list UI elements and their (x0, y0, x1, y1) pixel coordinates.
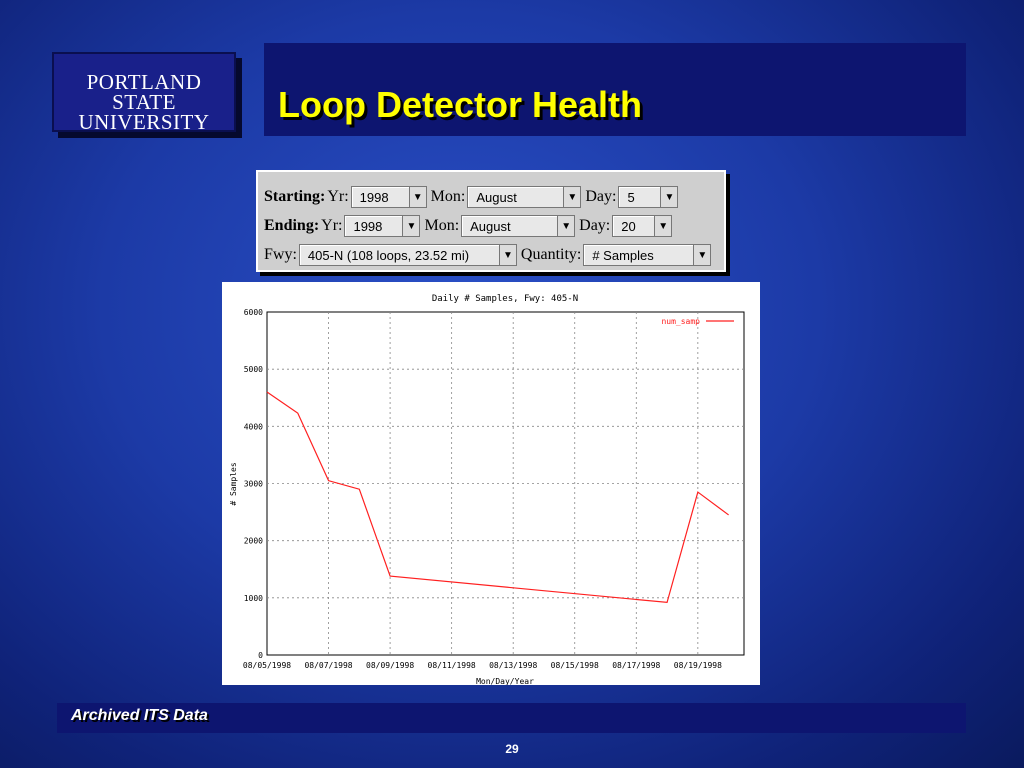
samples-chart: Daily # Samples, Fwy: 405-N Mon/Day/Year… (222, 282, 760, 685)
title-bar: Loop Detector Health (264, 43, 966, 136)
ending-month-value: August (470, 218, 511, 234)
quantity-value: # Samples (592, 247, 654, 263)
x-tick-label: 08/09/1998 (366, 661, 414, 670)
chevron-down-icon: ▼ (498, 245, 516, 265)
ending-year-select[interactable]: 1998 ▼ (344, 215, 421, 237)
x-tick-label: 08/07/1998 (304, 661, 352, 670)
query-form-screenshot: Starting: Yr: 1998 ▼ Mon: August ▼ Day: … (256, 170, 726, 272)
university-logo: PORTLAND STATE UNIVERSITY (52, 52, 236, 134)
legend-label: num_samp (661, 317, 700, 326)
chevron-down-icon: ▼ (563, 187, 581, 207)
fwy-label: Fwy: (264, 246, 297, 263)
starting-day-value: 5 (627, 189, 635, 205)
ending-month-select[interactable]: August ▼ (461, 215, 576, 237)
chart-svg: Daily # Samples, Fwy: 405-N Mon/Day/Year… (229, 294, 745, 685)
chart-title: Daily # Samples, Fwy: 405-N (432, 294, 578, 304)
slide-title: Loop Detector Health (278, 84, 643, 125)
x-tick-label: 08/11/1998 (428, 661, 476, 670)
starting-row: Starting: Yr: 1998 ▼ Mon: August ▼ Day: … (264, 184, 682, 210)
quantity-label: Quantity: (520, 246, 582, 263)
chevron-down-icon: ▼ (402, 216, 420, 236)
freeway-select[interactable]: 405-N (108 loops, 23.52 mi) ▼ (298, 244, 517, 266)
series-line-num_samp (266, 391, 729, 604)
ending-day-value: 20 (621, 218, 636, 234)
chevron-down-icon: ▼ (408, 187, 426, 207)
y-tick-label: 0 (258, 651, 263, 660)
starting-label: Starting: (264, 188, 326, 205)
y-tick-label: 5000 (244, 365, 263, 374)
ending-row: Ending: Yr: 1998 ▼ Mon: August ▼ Day: 20… (264, 213, 676, 239)
logo-line-2: UNIVERSITY (78, 110, 210, 134)
footer-text: Archived ITS Data (71, 707, 208, 724)
chevron-down-icon: ▼ (557, 216, 575, 236)
ending-year-value: 1998 (353, 218, 383, 234)
x-tick-label: 08/17/1998 (612, 661, 660, 670)
ending-day-select[interactable]: 20 ▼ (612, 215, 673, 237)
starting-day-select[interactable]: 5 ▼ (618, 186, 679, 208)
quantity-select[interactable]: # Samples ▼ (583, 244, 712, 266)
logo-line-1: PORTLAND STATE (86, 70, 202, 114)
chevron-down-icon: ▼ (693, 245, 711, 265)
y-tick-label: 1000 (244, 594, 263, 603)
chevron-down-icon: ▼ (660, 187, 678, 207)
ending-label: Ending: (264, 217, 320, 234)
x-tick-label: 08/19/1998 (674, 661, 722, 670)
ending-mon-label: Mon: (424, 217, 460, 234)
footer-bar: Archived ITS Data (57, 703, 966, 733)
x-tick-label: 08/15/1998 (551, 661, 599, 670)
starting-year-value: 1998 (359, 189, 389, 205)
ending-day-label: Day: (579, 217, 611, 234)
chart-y-axis-label: # Samples (229, 462, 238, 506)
chart-x-axis-label: Mon/Day/Year (476, 677, 534, 685)
page-number: 29 (505, 742, 519, 756)
starting-day-label: Day: (585, 188, 617, 205)
chevron-down-icon: ▼ (654, 216, 672, 236)
x-tick-label: 08/13/1998 (489, 661, 537, 670)
fwy-row: Fwy: 405-N (108 loops, 23.52 mi) ▼ Quant… (264, 242, 715, 268)
starting-yr-label: Yr: (327, 188, 349, 205)
x-tick-label: 08/05/1998 (243, 661, 291, 670)
starting-month-select[interactable]: August ▼ (467, 186, 582, 208)
starting-mon-label: Mon: (430, 188, 466, 205)
starting-month-value: August (476, 189, 517, 205)
ending-yr-label: Yr: (321, 217, 343, 234)
y-tick-label: 4000 (244, 422, 263, 431)
y-tick-label: 2000 (244, 537, 263, 546)
y-tick-label: 3000 (244, 480, 263, 489)
starting-year-select[interactable]: 1998 ▼ (350, 186, 427, 208)
freeway-value: 405-N (108 loops, 23.52 mi) (307, 247, 470, 263)
y-tick-label: 6000 (244, 308, 263, 317)
